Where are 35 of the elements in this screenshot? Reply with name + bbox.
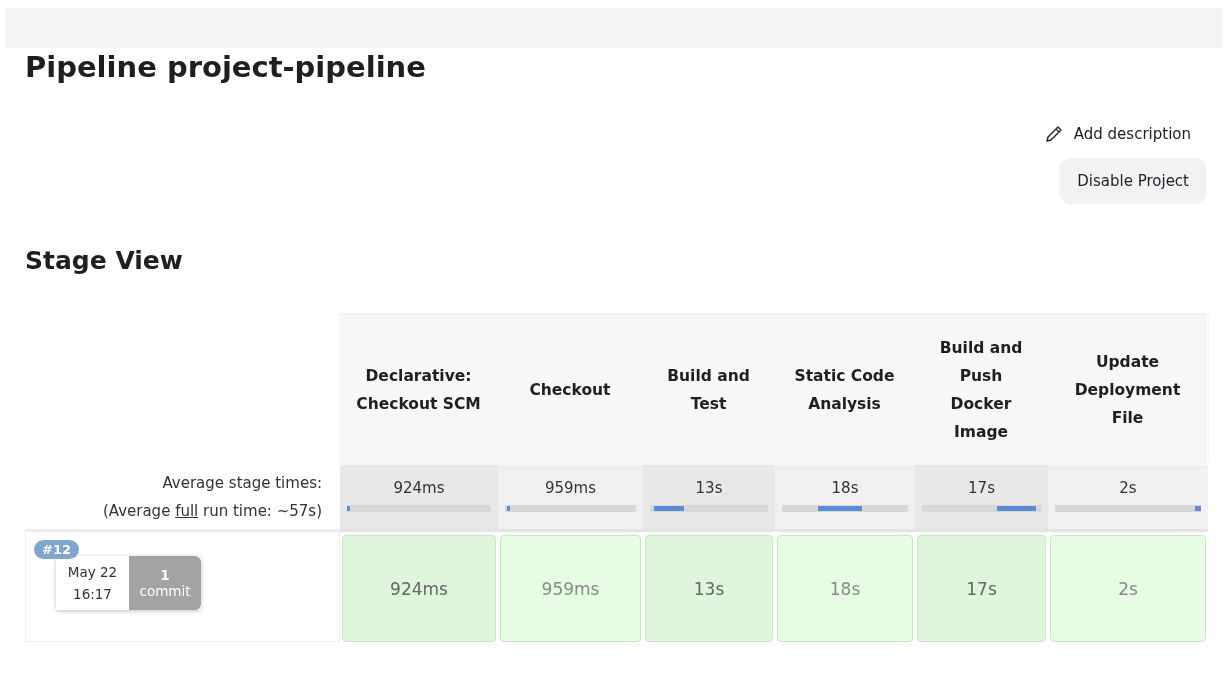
average-time: 13s xyxy=(695,479,723,497)
build-number-badge[interactable]: #12 xyxy=(34,540,79,559)
disable-project-button[interactable]: Disable Project xyxy=(1059,158,1207,204)
timeline-fill xyxy=(654,506,684,511)
stage-duration-cell[interactable]: 18s xyxy=(777,535,913,642)
build-date: May 22 xyxy=(67,564,118,580)
average-time: 924ms xyxy=(393,479,445,497)
stage-duration-cell[interactable]: 17s xyxy=(917,535,1046,642)
average-label: Average stage times: xyxy=(162,473,322,494)
timeline-fill xyxy=(507,506,510,511)
stage-header: Build and Test xyxy=(643,315,775,465)
average-time: 2s xyxy=(1119,479,1137,497)
stage-duration-cell[interactable]: 13s xyxy=(645,535,773,642)
average-time: 18s xyxy=(831,479,859,497)
timeline-fill xyxy=(818,506,862,511)
timeline-fill xyxy=(1195,506,1201,511)
stage-header: Static Code Analysis xyxy=(775,315,915,465)
pencil-icon xyxy=(1043,124,1064,144)
stage-duration-cell[interactable]: 959ms xyxy=(500,535,641,642)
timeline-fill xyxy=(347,506,350,511)
section-title: Stage View xyxy=(25,246,184,275)
stage-duration-cell[interactable]: 2s xyxy=(1050,535,1206,642)
page-title: Pipeline project-pipeline xyxy=(25,50,427,84)
stage-header: Build and Push Docker Image xyxy=(915,315,1048,465)
full-run-time-text: (Average full run time: ~57s) xyxy=(102,501,322,522)
commits-button[interactable]: 1 commit xyxy=(129,556,201,610)
stage-header: Declarative: Checkout SCM xyxy=(340,315,498,465)
build-time: 16:17 xyxy=(73,586,112,602)
timeline-fill xyxy=(997,506,1037,511)
stage-header: Checkout xyxy=(498,315,643,465)
average-time: 17s xyxy=(968,479,995,497)
add-description-link[interactable]: Add description xyxy=(1043,124,1207,144)
average-time: 959ms xyxy=(544,479,597,497)
stage-duration-cell[interactable]: 924ms xyxy=(342,535,496,642)
stage-header: Update Deployment File xyxy=(1048,315,1208,465)
